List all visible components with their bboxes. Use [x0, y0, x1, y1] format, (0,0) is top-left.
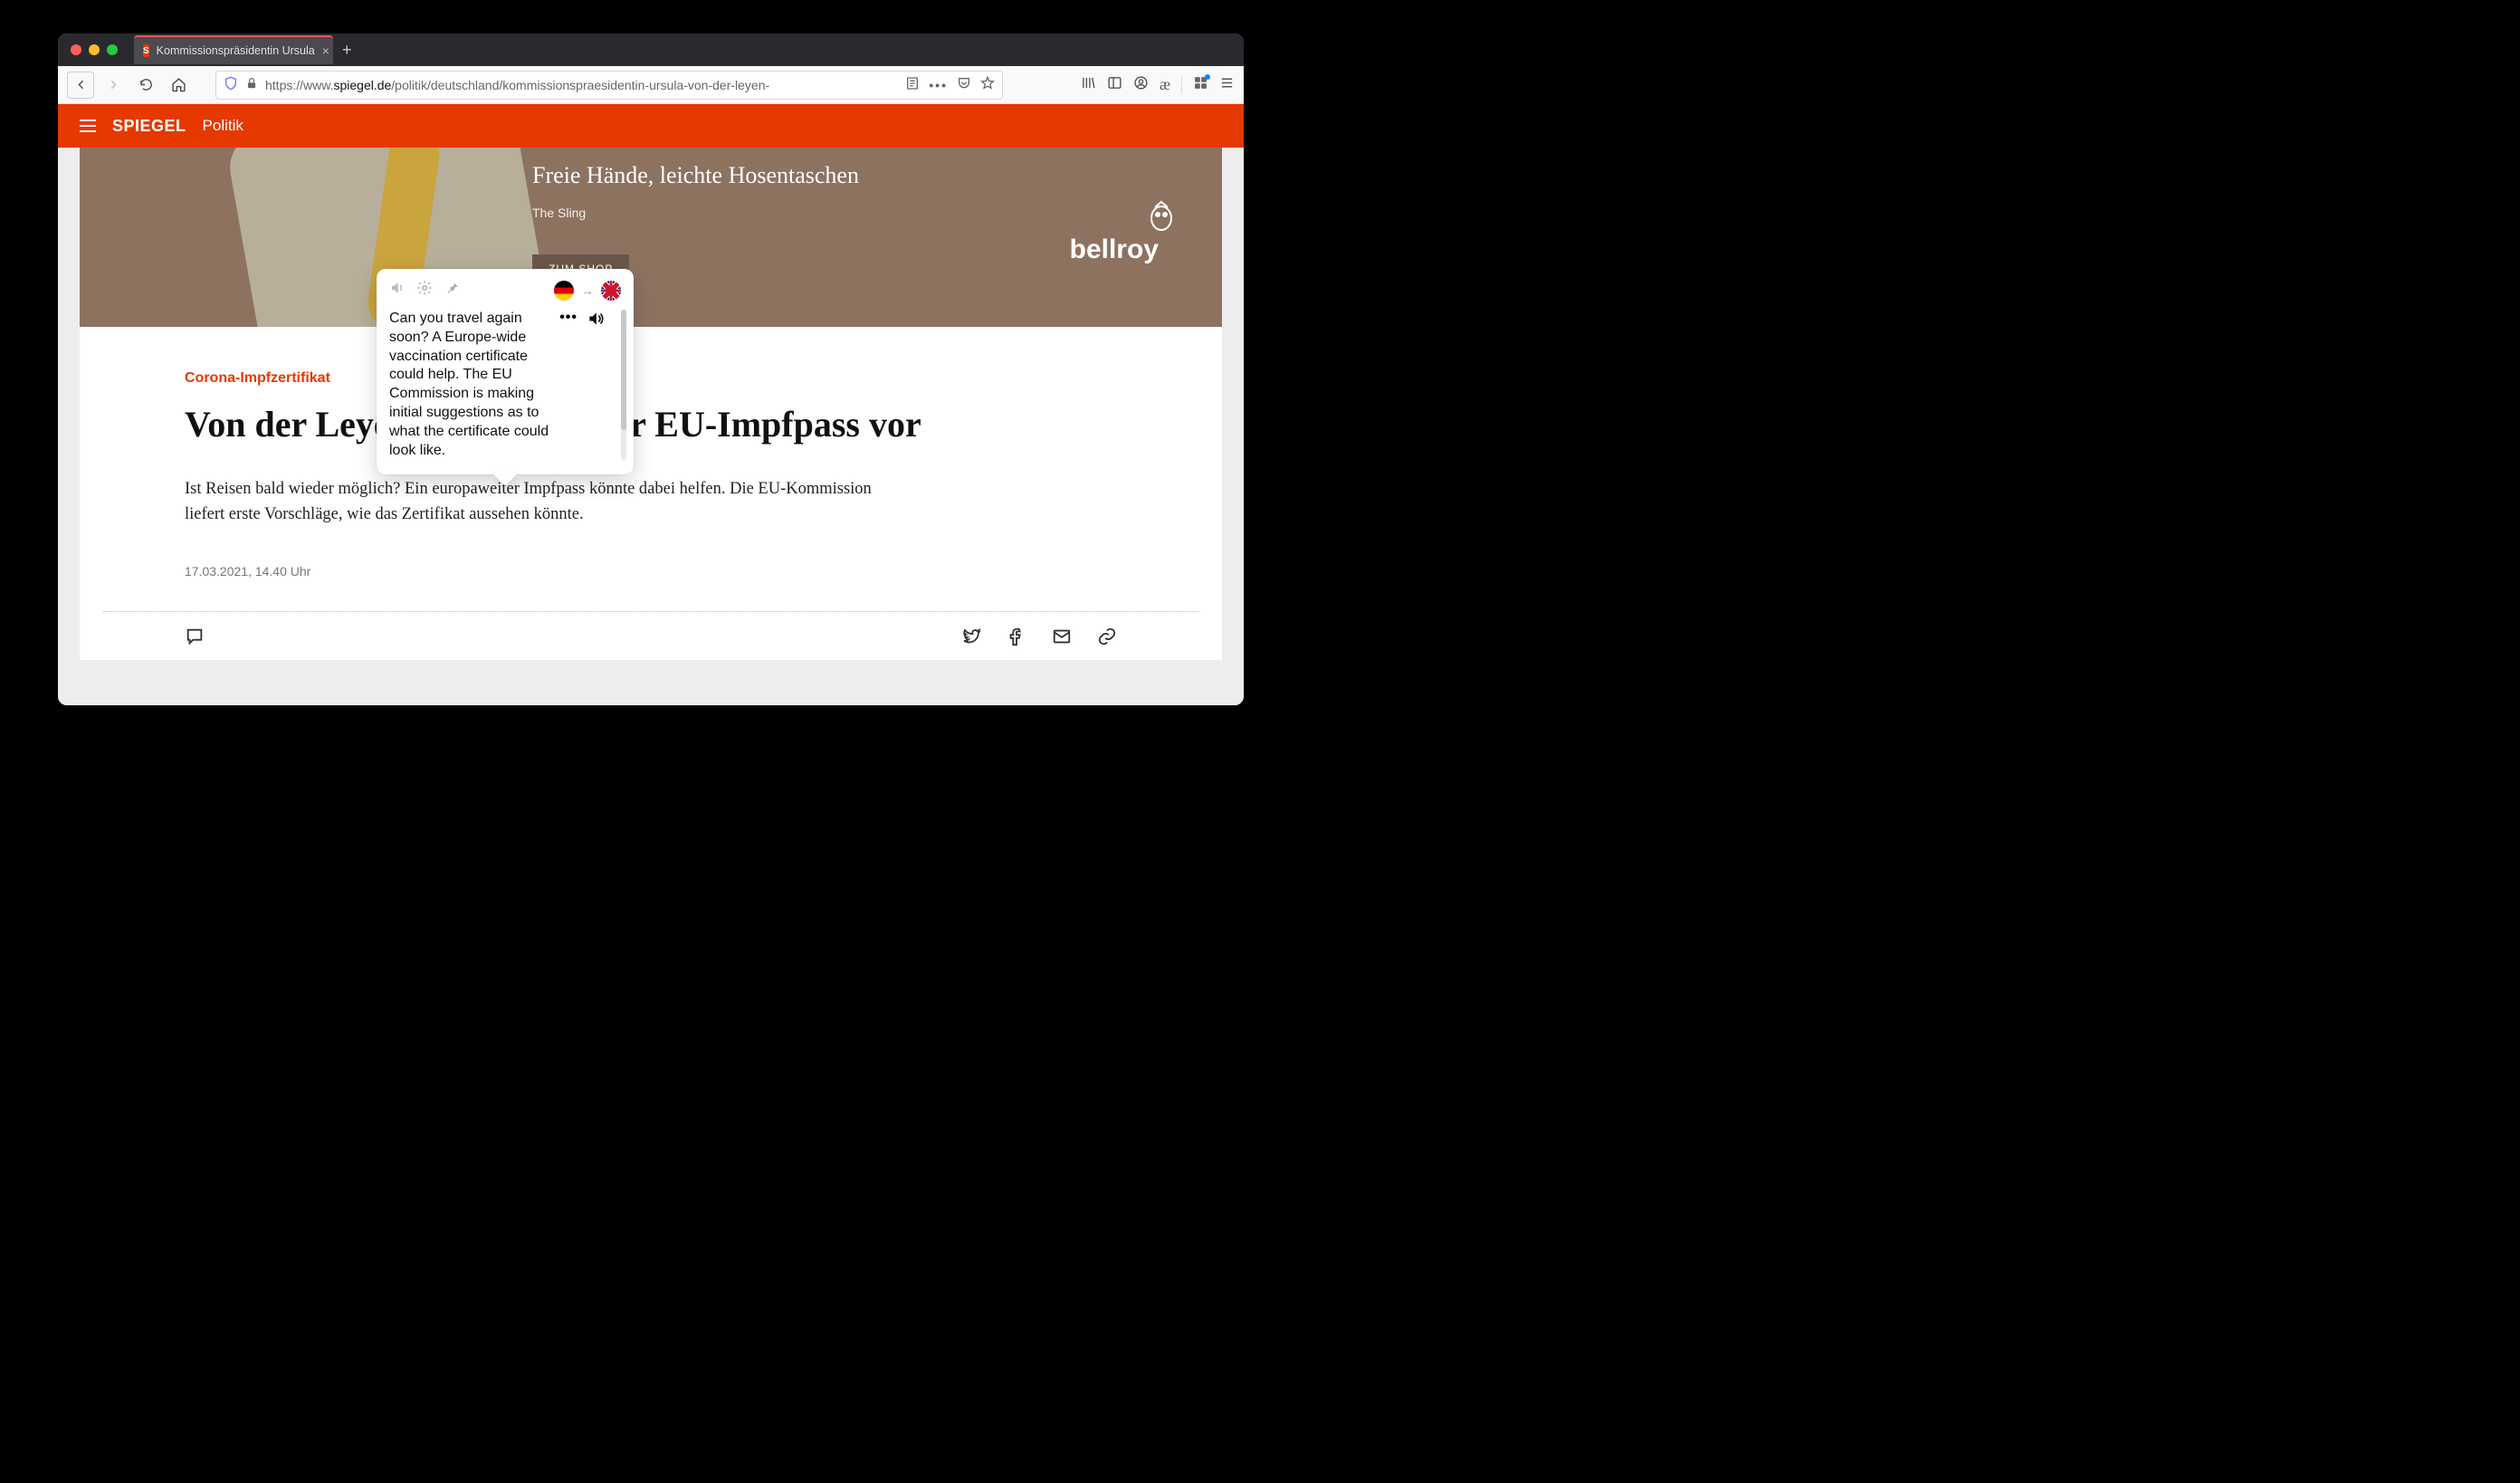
site-topbar: SPIEGEL Politik: [58, 104, 1244, 148]
site-section[interactable]: Politik: [203, 117, 243, 135]
reload-button[interactable]: [132, 72, 159, 99]
translator-speak-source-icon[interactable]: [389, 280, 406, 301]
forward-button[interactable]: [100, 72, 127, 99]
tracking-shield-icon[interactable]: [224, 76, 238, 93]
url-text: https://www.spiegel.de/politik/deutschla…: [265, 78, 769, 92]
translator-toolbar: →: [389, 280, 628, 301]
library-icon[interactable]: [1081, 75, 1096, 95]
reader-mode-icon[interactable]: [905, 76, 920, 93]
ad-subhead: The Sling: [532, 206, 586, 220]
ae-extension-icon[interactable]: æ: [1160, 75, 1170, 94]
window-controls: [71, 44, 118, 55]
translator-scrollbar[interactable]: [621, 310, 626, 460]
article-kicker: Corona-Impfzertifikat: [185, 370, 1117, 387]
flag-de-icon[interactable]: [554, 281, 574, 301]
translator-popup: → Can you travel again soon? A Europe-wi…: [377, 269, 634, 474]
close-window-button[interactable]: [71, 44, 81, 55]
pocket-icon[interactable]: [957, 76, 971, 93]
lock-icon[interactable]: [245, 77, 258, 92]
translator-languages: →: [554, 281, 621, 301]
ad-banner[interactable]: Freie Hände, leichte Hosentaschen The Sl…: [80, 148, 1222, 327]
tab-favicon: S: [143, 44, 149, 57]
ad-headline: Freie Hände, leichte Hosentaschen: [532, 162, 859, 189]
minimize-window-button[interactable]: [89, 44, 100, 55]
translator-settings-icon[interactable]: [416, 280, 433, 301]
site-menu-button[interactable]: [80, 120, 96, 132]
tab-title: Kommissionspräsidentin Ursula: [157, 44, 315, 57]
toolbar-right-icons: æ: [1081, 75, 1235, 95]
home-button[interactable]: [165, 72, 192, 99]
ad-brand-icon: [1148, 198, 1175, 231]
browser-tab[interactable]: S Kommissionspräsidentin Ursula ×: [134, 35, 333, 64]
comments-icon[interactable]: [185, 627, 205, 651]
page-viewport: SPIEGEL Politik Freie Hände, leichte Hos…: [58, 104, 1244, 705]
article-headline: Von der Leyen stellt Pläne für EU-Impfpa…: [185, 403, 1117, 447]
flag-uk-icon[interactable]: [601, 281, 621, 301]
back-button[interactable]: [67, 72, 94, 99]
translator-pin-icon[interactable]: [444, 280, 460, 301]
account-icon[interactable]: [1133, 75, 1149, 95]
translator-output-text: Can you travel again soon? A Europe-wide…: [389, 310, 552, 460]
app-menu-icon[interactable]: [1219, 75, 1235, 95]
email-icon[interactable]: [1052, 627, 1072, 651]
extension-icon[interactable]: [1193, 75, 1208, 95]
article: Corona-Impfzertifikat Von der Leyen stel…: [80, 327, 1222, 660]
url-bar[interactable]: https://www.spiegel.de/politik/deutschla…: [215, 71, 1003, 100]
ad-brand-name: bellroy: [1070, 234, 1159, 265]
page-actions-dots-icon[interactable]: •••: [929, 78, 948, 92]
twitter-icon[interactable]: [961, 627, 981, 651]
translator-speak-target-icon[interactable]: [587, 310, 605, 332]
bookmark-star-icon[interactable]: [980, 76, 995, 93]
tab-strip: S Kommissionspräsidentin Ursula × +: [58, 33, 1244, 66]
maximize-window-button[interactable]: [107, 44, 118, 55]
article-lede: Ist Reisen bald wieder möglich? Ein euro…: [185, 476, 873, 528]
close-tab-button[interactable]: ×: [322, 43, 329, 58]
arrow-right-icon: →: [581, 283, 594, 298]
link-icon[interactable]: [1097, 627, 1117, 651]
translator-more-icon[interactable]: •••: [559, 310, 578, 326]
browser-toolbar: https://www.spiegel.de/politik/deutschla…: [58, 66, 1244, 104]
share-bar: [103, 612, 1198, 651]
site-logo[interactable]: SPIEGEL: [112, 117, 186, 136]
facebook-icon[interactable]: [1007, 627, 1026, 651]
article-timestamp: 17.03.2021, 14.40 Uhr: [185, 564, 1117, 579]
browser-window: S Kommissionspräsidentin Ursula × +: [58, 33, 1244, 705]
new-tab-button[interactable]: +: [342, 41, 352, 60]
sidebar-icon[interactable]: [1107, 75, 1122, 95]
